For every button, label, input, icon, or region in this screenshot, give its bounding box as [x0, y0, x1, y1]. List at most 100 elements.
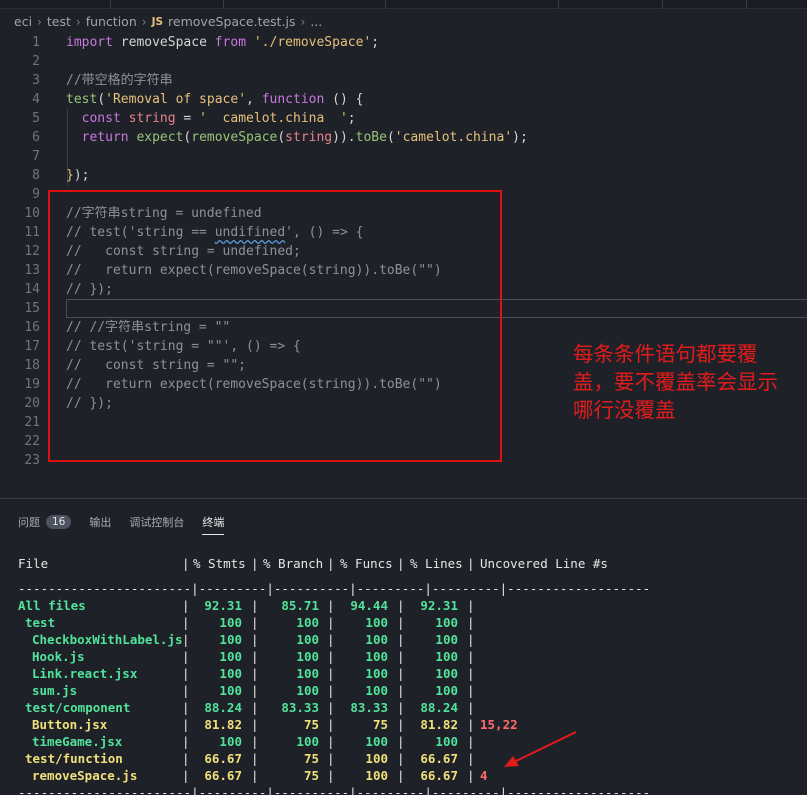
code-token: () {	[332, 92, 364, 107]
coverage-branch: 100	[296, 649, 319, 664]
column-divider: |	[467, 734, 475, 749]
coverage-stmts: 100	[219, 615, 242, 630]
coverage-row: removeSpace.js 66.67 75 100 66.67 4 | | | | |	[0, 767, 807, 784]
code-text: test('Removal of space', function () {	[66, 90, 363, 109]
chevron-right-icon: ›	[75, 14, 81, 29]
line-number: 12	[24, 244, 40, 259]
code-line[interactable]: 4 test('Removal of space', function () {	[0, 90, 807, 109]
code-token: removeSpace	[120, 35, 215, 50]
code-line[interactable]: 2	[0, 52, 807, 71]
breadcrumb-item-file[interactable]: removeSpace.test.js	[168, 14, 296, 29]
column-divider: |	[182, 700, 190, 715]
coverage-branch: 75	[303, 751, 319, 766]
line-number: 5	[32, 111, 40, 126]
code-token: ;	[347, 111, 356, 126]
code-text: });	[66, 166, 89, 185]
header-branch: % Branch	[263, 556, 324, 571]
tab-debug-console[interactable]: 调试控制台	[129, 509, 184, 535]
code-token: from	[214, 35, 254, 50]
coverage-funcs: 100	[365, 632, 388, 647]
column-divider: |	[182, 615, 190, 630]
coverage-row: timeGame.jsx 100 100 100 100 | | | | |	[0, 733, 807, 750]
code-line[interactable]: 8});	[0, 166, 807, 185]
code-line[interactable]: 3 //带空格的字符串	[0, 71, 807, 90]
coverage-file-name: test/component	[25, 700, 131, 715]
code-line[interactable]: 5 const string = ' camelot.china ';	[0, 109, 807, 128]
tab-problems[interactable]: 问题 16	[18, 509, 72, 535]
coverage-lines: 81.82	[420, 717, 458, 732]
breadcrumb-item-eci[interactable]: eci	[14, 14, 32, 29]
coverage-funcs: 83.33	[350, 700, 388, 715]
coverage-file-name: Hook.js	[32, 649, 85, 664]
line-number: 23	[24, 453, 40, 468]
breadcrumb-item-symbols[interactable]: ...	[310, 14, 322, 29]
coverage-funcs: 100	[365, 615, 388, 630]
header-uncovered: Uncovered Line #s	[480, 556, 608, 571]
tab-terminal[interactable]: 终端	[202, 509, 225, 535]
coverage-row: test/function 66.67 75 100 66.67 | | | | |	[0, 750, 807, 767]
column-divider: |	[182, 768, 190, 783]
code-token: return	[81, 130, 137, 145]
line-number: 7	[32, 149, 40, 164]
code-token: 'camelot.china'	[394, 130, 513, 145]
coverage-file-name: timeGame.jsx	[32, 734, 123, 749]
line-number: 13	[24, 263, 40, 278]
coverage-lines: 88.24	[420, 700, 458, 715]
coverage-lines: 66.67	[420, 751, 458, 766]
tab-problems-label: 问题	[18, 516, 40, 529]
column-divider: |	[397, 632, 405, 647]
separator-line: -----------------------|---------|------…	[18, 785, 651, 795]
column-divider: |	[467, 556, 475, 571]
coverage-stmts: 100	[219, 734, 242, 749]
line-number: 11	[24, 225, 40, 240]
code-text: import removeSpace from './removeSpace';	[66, 33, 379, 52]
code-token: ).	[339, 130, 356, 145]
code-token: function	[261, 92, 333, 107]
header-lines: % Lines	[410, 556, 463, 571]
code-token: const	[81, 111, 129, 126]
column-divider: |	[251, 556, 259, 571]
line-number: 9	[32, 187, 40, 202]
column-divider: |	[327, 751, 335, 766]
coverage-separator: -----------------------|---------|------…	[0, 580, 807, 597]
coverage-funcs: 94.44	[350, 598, 388, 613]
column-divider: |	[251, 683, 259, 698]
column-divider: |	[327, 556, 335, 571]
column-divider: |	[397, 615, 405, 630]
coverage-row: test 100 100 100 100 | | | | |	[0, 614, 807, 631]
line-number: 10	[24, 206, 40, 221]
coverage-file-name: CheckboxWithLabel.js	[32, 632, 183, 647]
panel-tabs: 问题 16 输出 调试控制台 终端	[0, 509, 807, 535]
js-file-icon: JS	[151, 15, 164, 28]
code-token: string	[285, 130, 333, 145]
code-line[interactable]: 6 return expect(removeSpace(string)).toB…	[0, 128, 807, 147]
code-text: //带空格的字符串	[66, 71, 173, 90]
code-token: test	[66, 92, 98, 107]
line-number: 19	[24, 377, 40, 392]
coverage-separator: -----------------------|---------|------…	[0, 784, 807, 795]
header-funcs: % Funcs	[340, 556, 393, 571]
chevron-right-icon: ›	[300, 14, 306, 29]
column-divider: |	[397, 683, 405, 698]
coverage-stmts: 100	[219, 649, 242, 664]
column-divider: |	[467, 649, 475, 664]
code-line[interactable]: 7	[0, 147, 807, 166]
code-line[interactable]: 1 import removeSpace from './removeSpace'…	[0, 33, 807, 52]
coverage-stmts: 66.67	[204, 751, 242, 766]
tab-output[interactable]: 输出	[89, 509, 111, 535]
coverage-file-name: test/function	[25, 751, 123, 766]
coverage-row: Link.react.jsx 100 100 100 100 | | | | |	[0, 665, 807, 682]
terminal-coverage-table[interactable]: File % Stmts % Branch % Funcs % Lines Uncover…	[0, 555, 807, 795]
annotation-text: 每条条件语句都要覆盖，要不覆盖率会显示哪行没覆盖	[573, 342, 778, 422]
coverage-header-row: File % Stmts % Branch % Funcs % Lines Uncover…	[0, 555, 807, 572]
line-number: 16	[24, 320, 40, 335]
column-divider: |	[251, 768, 259, 783]
tab-terminal-label: 终端	[202, 516, 225, 529]
panel-divider[interactable]	[0, 498, 807, 499]
breadcrumb-item-test[interactable]: test	[47, 14, 71, 29]
breadcrumb-item-function[interactable]: function	[86, 14, 137, 29]
coverage-branch: 75	[303, 717, 319, 732]
column-divider: |	[327, 598, 335, 613]
